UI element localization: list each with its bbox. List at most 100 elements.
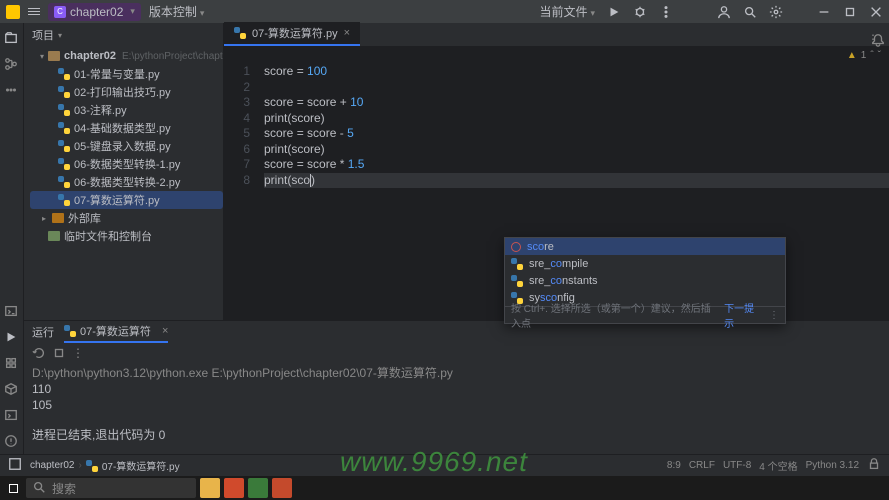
- console-line: D:\python\python3.12\python.exe E:\pytho…: [32, 365, 881, 381]
- line-separator[interactable]: CRLF: [689, 460, 715, 471]
- completion-item[interactable]: sre_compile: [505, 255, 785, 272]
- stop-icon[interactable]: [52, 346, 64, 358]
- scratch-icon: [48, 231, 60, 241]
- run-label: 运行: [32, 324, 54, 340]
- run-icon[interactable]: [607, 5, 621, 19]
- run-tab-active[interactable]: 07-算数运算符 ×: [64, 321, 168, 343]
- right-toolbar: [867, 23, 889, 335]
- services-icon[interactable]: [4, 356, 20, 372]
- project-root-path: E:\pythonProject\chapter02: [122, 51, 223, 62]
- start-button[interactable]: [0, 476, 26, 500]
- scratches[interactable]: 临时文件和控制台: [30, 227, 223, 245]
- search-icon: [32, 480, 46, 497]
- python-file-icon: [234, 27, 246, 39]
- python-file-icon: [511, 258, 523, 270]
- variable-icon: [511, 242, 521, 252]
- account-icon[interactable]: [717, 5, 731, 19]
- next-tip-link[interactable]: 下一提示: [724, 300, 761, 330]
- python-file-icon: [511, 275, 523, 287]
- external-libs[interactable]: ▸外部库: [30, 209, 223, 227]
- file-item[interactable]: 03-注释.py: [30, 101, 223, 119]
- file-item-active[interactable]: 07-算数运算符.py: [30, 191, 223, 209]
- project-chip-label: chapter02: [70, 5, 123, 19]
- caret-position[interactable]: 8:9: [667, 460, 681, 471]
- project-root-name: chapter02: [64, 50, 116, 62]
- run-config-selector[interactable]: 当前文件: [539, 3, 595, 20]
- completion-footer: 按 Ctrl+. 选择所选（或第一个）建议，然后插入点 下一提示⋮: [505, 306, 785, 323]
- indent-setting[interactable]: 4 个空格: [759, 458, 797, 473]
- console-line: 110: [32, 381, 881, 397]
- vcs-menu[interactable]: 版本控制: [149, 3, 205, 20]
- debug-icon[interactable]: [633, 5, 647, 19]
- taskbar-app-icon[interactable]: [272, 478, 292, 498]
- readonly-icon[interactable]: [867, 457, 881, 474]
- file-item[interactable]: 06-数据类型转换-1.py: [30, 155, 223, 173]
- run-tool-icon[interactable]: [4, 330, 20, 346]
- python-file-icon: [58, 122, 70, 134]
- inspection-bar[interactable]: ▲ 1 ˆ ˇ: [224, 47, 889, 64]
- project-root[interactable]: ▾ chapter02 E:\pythonProject\chapter02: [30, 47, 223, 65]
- structure-tool-icon[interactable]: [4, 57, 20, 73]
- app-logo-icon: [6, 5, 20, 19]
- problems-icon[interactable]: [4, 434, 20, 450]
- file-item[interactable]: 01-常量与变量.py: [30, 65, 223, 83]
- file-item[interactable]: 02-打印输出技巧.py: [30, 83, 223, 101]
- status-bar: chapter02› 07-算数运算符.py 8:9 CRLF UTF-8 4 …: [0, 454, 889, 476]
- python-console-icon[interactable]: [4, 304, 20, 320]
- python-file-icon: [58, 104, 70, 116]
- restore-icon[interactable]: [843, 5, 857, 19]
- main-menu-icon[interactable]: [28, 8, 40, 15]
- tab-label: 07-算数运算符.py: [252, 25, 338, 41]
- rerun-icon[interactable]: [32, 346, 44, 358]
- console-line: 105: [32, 397, 881, 413]
- completion-item[interactable]: sre_constants: [505, 272, 785, 289]
- search-icon[interactable]: [743, 5, 757, 19]
- completion-item[interactable]: score: [505, 238, 785, 255]
- python-file-icon: [86, 460, 98, 472]
- python-file-icon: [58, 140, 70, 152]
- python-file-icon: [64, 325, 76, 337]
- tool-window-icon[interactable]: [8, 457, 22, 474]
- interpreter[interactable]: Python 3.12: [806, 460, 859, 471]
- breadcrumb[interactable]: chapter02› 07-算数运算符.py: [30, 458, 180, 473]
- file-item[interactable]: 04-基础数据类型.py: [30, 119, 223, 137]
- taskbar-app-icon[interactable]: [248, 478, 268, 498]
- terminal-icon[interactable]: [4, 408, 20, 424]
- autocomplete-popup[interactable]: score sre_compile sre_constants sysconfi…: [504, 237, 786, 324]
- file-item[interactable]: 05-键盘录入数据.py: [30, 137, 223, 155]
- run-tab-close-icon[interactable]: ×: [162, 325, 168, 337]
- file-encoding[interactable]: UTF-8: [723, 460, 751, 471]
- more-tools-icon[interactable]: [4, 83, 20, 99]
- console-line: 进程已结束,退出代码为 0: [32, 427, 881, 443]
- run-toolbar: ⋮: [24, 343, 889, 361]
- notifications-icon[interactable]: [871, 33, 885, 50]
- project-selector[interactable]: C chapter02: [48, 3, 141, 21]
- minimize-icon[interactable]: [817, 5, 831, 19]
- titlebar: C chapter02 版本控制 当前文件: [0, 0, 889, 23]
- popup-menu-icon[interactable]: ⋮: [769, 310, 779, 321]
- tab-close-icon[interactable]: ×: [344, 27, 350, 39]
- run-more-icon[interactable]: ⋮: [72, 346, 84, 358]
- editor-tab-active[interactable]: 07-算数运算符.py ×: [224, 22, 360, 46]
- taskbar-app-icon[interactable]: [224, 478, 244, 498]
- left-toolbar: [0, 23, 24, 476]
- python-file-icon: [511, 292, 523, 304]
- python-file-icon: [58, 194, 70, 206]
- close-icon[interactable]: [869, 5, 883, 19]
- python-file-icon: [58, 176, 70, 188]
- taskbar-app-icon[interactable]: [200, 478, 220, 498]
- settings-icon[interactable]: [769, 5, 783, 19]
- run-panel: 运行 07-算数运算符 × ⋮ D:\python\python3.12\pyt…: [24, 320, 889, 454]
- project-tool-icon[interactable]: [4, 31, 20, 47]
- python-packages-icon[interactable]: [4, 382, 20, 398]
- python-file-icon: [58, 68, 70, 80]
- windows-taskbar: 搜索: [0, 476, 889, 500]
- library-icon: [52, 213, 64, 223]
- file-item[interactable]: 06-数据类型转换-2.py: [30, 173, 223, 191]
- folder-icon: [48, 51, 60, 61]
- project-chip-icon: C: [54, 6, 66, 18]
- taskbar-search[interactable]: 搜索: [26, 478, 196, 498]
- project-panel-header[interactable]: 项目 ▾: [24, 23, 223, 47]
- more-icon[interactable]: [659, 5, 673, 19]
- console-output[interactable]: D:\python\python3.12\python.exe E:\pytho…: [24, 361, 889, 454]
